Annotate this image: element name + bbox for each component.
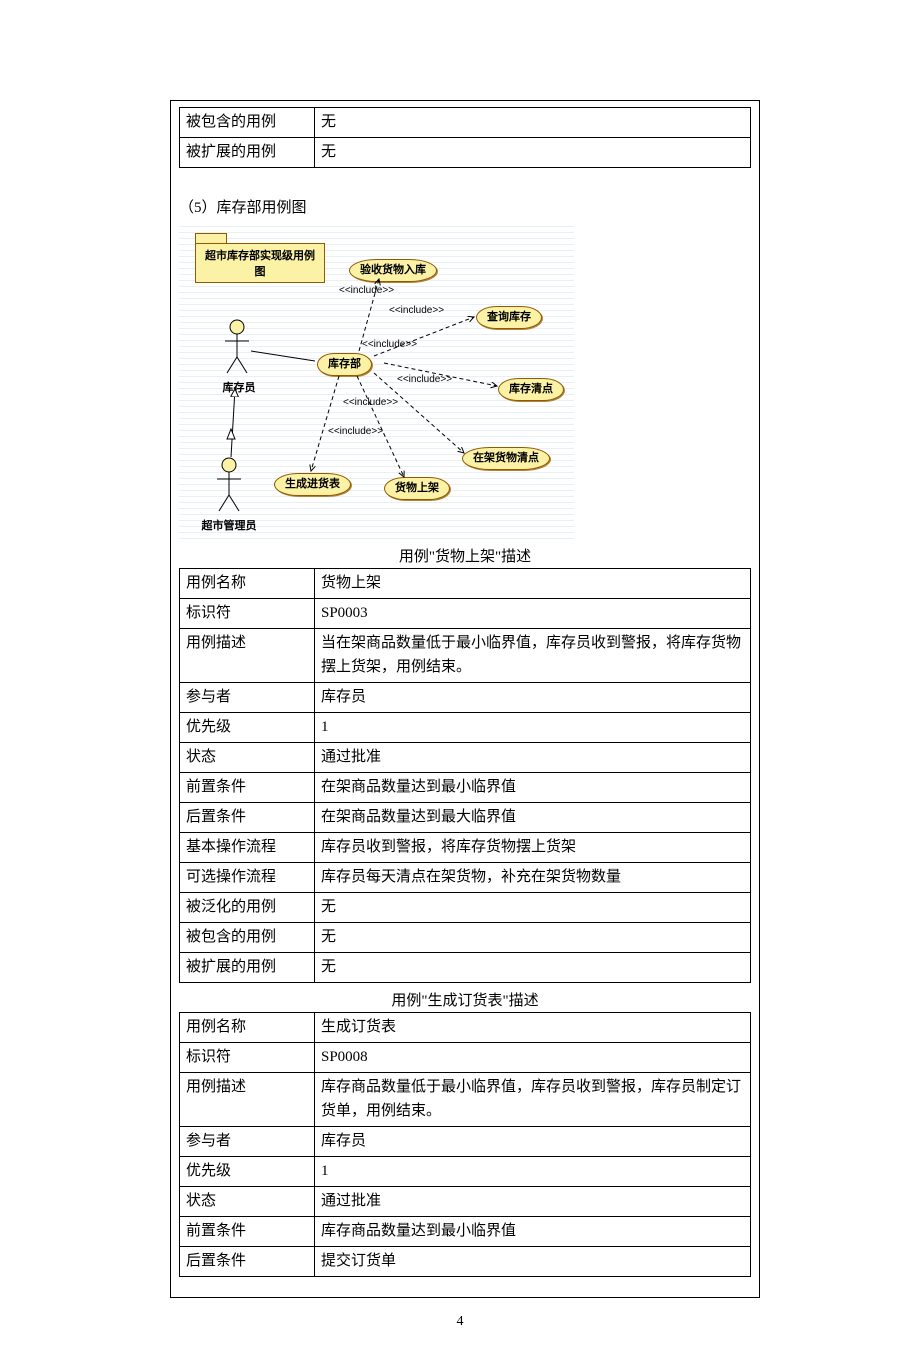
cell-label: 被扩展的用例 (180, 953, 315, 983)
cell-value: 提交订货单 (315, 1247, 751, 1277)
cell-label: 被包含的用例 (180, 108, 315, 138)
cell-label: 被包含的用例 (180, 923, 315, 953)
cell-label: 优先级 (180, 713, 315, 743)
top-table: 被包含的用例 无 被扩展的用例 无 (179, 107, 751, 168)
content-frame: 被包含的用例 无 被扩展的用例 无 （5）库存部用例图 超市库存部实现级用例图 … (170, 100, 760, 1298)
cell-value: 1 (315, 1157, 751, 1187)
table-row: 优先级1 (180, 713, 751, 743)
diagram-title-text: 超市库存部实现级用例图 (205, 250, 315, 278)
table-row: 被扩展的用例 无 (180, 138, 751, 168)
table-row: 被泛化的用例无 (180, 893, 751, 923)
table-row: 被包含的用例 无 (180, 108, 751, 138)
include-label: <<include>> (343, 397, 398, 408)
table-row: 优先级1 (180, 1157, 751, 1187)
table-row: 基本操作流程库存员收到警报，将库存货物摆上货架 (180, 833, 751, 863)
usecase-goods-on-shelf: 货物上架 (384, 477, 450, 500)
usecase-query-inventory: 查询库存 (476, 306, 542, 329)
cell-label: 后置条件 (180, 803, 315, 833)
cell-label: 用例名称 (180, 569, 315, 599)
table-row: 状态通过批准 (180, 1187, 751, 1217)
table-row: 用例名称生成订货表 (180, 1013, 751, 1043)
include-label: <<include>> (339, 285, 394, 296)
include-label: <<include>> (328, 426, 383, 437)
include-label: <<include>> (397, 374, 452, 385)
actor-warehouse-clerk-icon (225, 320, 249, 373)
cell-value: 生成订货表 (315, 1013, 751, 1043)
table-row: 被包含的用例无 (180, 923, 751, 953)
cell-value: 无 (315, 138, 751, 168)
cell-value: SP0003 (315, 599, 751, 629)
table2-caption: 用例"生成订货表"描述 (179, 989, 751, 1010)
table-row: 前置条件在架商品数量达到最小临界值 (180, 773, 751, 803)
cell-label: 用例描述 (180, 629, 315, 683)
table-row: 标识符SP0003 (180, 599, 751, 629)
table-row: 参与者库存员 (180, 1127, 751, 1157)
cell-label: 状态 (180, 743, 315, 773)
cell-label: 用例名称 (180, 1013, 315, 1043)
table-row: 标识符SP0008 (180, 1043, 751, 1073)
table-row: 后置条件在架商品数量达到最大临界值 (180, 803, 751, 833)
usecase-generate-purchase: 生成进货表 (274, 473, 351, 496)
cell-label: 后置条件 (180, 1247, 315, 1277)
cell-value: 无 (315, 923, 751, 953)
cell-label: 标识符 (180, 1043, 315, 1073)
cell-value: SP0008 (315, 1043, 751, 1073)
cell-label: 前置条件 (180, 1217, 315, 1247)
usecase-on-shelf-check: 在架货物清点 (462, 447, 550, 470)
table-row: 参与者库存员 (180, 683, 751, 713)
section-title: （5）库存部用例图 (179, 196, 751, 217)
cell-value: 库存员 (315, 683, 751, 713)
cell-value: 库存商品数量低于最小临界值，库存员收到警报，库存员制定订货单，用例结束。 (315, 1073, 751, 1127)
table-row: 前置条件库存商品数量达到最小临界值 (180, 1217, 751, 1247)
page: 被包含的用例 无 被扩展的用例 无 （5）库存部用例图 超市库存部实现级用例图 … (0, 0, 920, 1358)
cell-label: 参与者 (180, 1127, 315, 1157)
table1: 用例名称货物上架标识符SP0003用例描述当在架商品数量低于最小临界值，库存员收… (179, 568, 751, 983)
cell-label: 被泛化的用例 (180, 893, 315, 923)
diagram-title-box: 超市库存部实现级用例图 (195, 243, 325, 283)
cell-label: 用例描述 (180, 1073, 315, 1127)
table2: 用例名称生成订货表标识符SP0008用例描述库存商品数量低于最小临界值，库存员收… (179, 1012, 751, 1277)
cell-value: 库存商品数量达到最小临界值 (315, 1217, 751, 1247)
table-row: 可选操作流程库存员每天清点在架货物，补充在架货物数量 (180, 863, 751, 893)
usecase-inventory-check: 库存清点 (498, 378, 564, 401)
usecase-check-goods-in: 验收货物入库 (349, 259, 437, 282)
table-row: 用例描述库存商品数量低于最小临界值，库存员收到警报，库存员制定订货单，用例结束。 (180, 1073, 751, 1127)
table-row: 后置条件提交订货单 (180, 1247, 751, 1277)
cell-label: 优先级 (180, 1157, 315, 1187)
cell-value: 库存员每天清点在架货物，补充在架货物数量 (315, 863, 751, 893)
table1-caption: 用例"货物上架"描述 (179, 545, 751, 566)
cell-label: 参与者 (180, 683, 315, 713)
cell-value: 库存员收到警报，将库存货物摆上货架 (315, 833, 751, 863)
include-label: <<include>> (362, 339, 417, 350)
table-row: 用例描述当在架商品数量低于最小临界值，库存员收到警报，将库存货物摆上货架，用例结… (180, 629, 751, 683)
cell-value: 无 (315, 108, 751, 138)
table-row: 用例名称货物上架 (180, 569, 751, 599)
usecase-warehouse-dept: 库存部 (317, 353, 372, 376)
cell-value: 货物上架 (315, 569, 751, 599)
use-case-diagram: 超市库存部实现级用例图 验收货物入库 查询库存 库存部 库存清点 在架货物清点 … (179, 221, 574, 539)
cell-value: 1 (315, 713, 751, 743)
cell-label: 状态 (180, 1187, 315, 1217)
actor-warehouse-clerk-label: 库存员 (209, 379, 269, 395)
cell-value: 在架商品数量达到最大临界值 (315, 803, 751, 833)
page-number: 4 (0, 1314, 920, 1330)
cell-label: 可选操作流程 (180, 863, 315, 893)
cell-label: 基本操作流程 (180, 833, 315, 863)
cell-label: 前置条件 (180, 773, 315, 803)
cell-value: 无 (315, 953, 751, 983)
cell-value: 无 (315, 893, 751, 923)
cell-value: 在架商品数量达到最小临界值 (315, 773, 751, 803)
table-row: 被扩展的用例无 (180, 953, 751, 983)
cell-value: 通过批准 (315, 1187, 751, 1217)
cell-label: 标识符 (180, 599, 315, 629)
cell-value: 当在架商品数量低于最小临界值，库存员收到警报，将库存货物摆上货架，用例结束。 (315, 629, 751, 683)
cell-label: 被扩展的用例 (180, 138, 315, 168)
cell-value: 通过批准 (315, 743, 751, 773)
include-label: <<include>> (389, 305, 444, 316)
actor-supermarket-admin-icon (217, 458, 241, 511)
cell-value: 库存员 (315, 1127, 751, 1157)
actor-supermarket-admin-label: 超市管理员 (199, 517, 259, 533)
table-row: 状态通过批准 (180, 743, 751, 773)
